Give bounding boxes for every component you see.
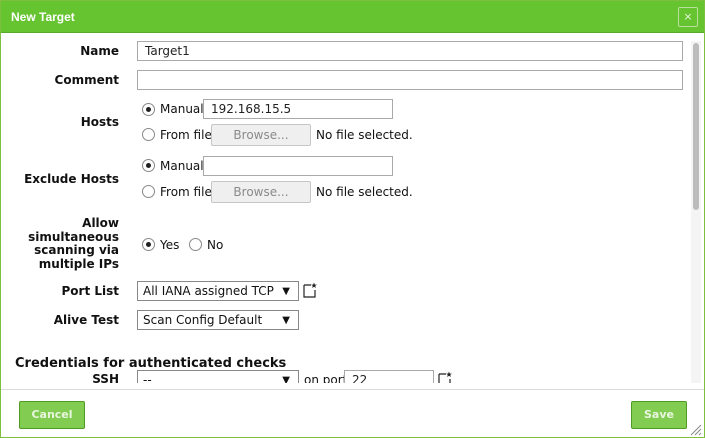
chevron-down-icon: ▼	[282, 315, 290, 326]
new-port-list-icon[interactable]	[303, 282, 317, 298]
chevron-down-icon: ▼	[282, 375, 290, 383]
name-label: Name	[80, 44, 119, 58]
simultaneous-label-line: multiple IPs	[38, 256, 119, 271]
close-button[interactable]: ×	[678, 7, 698, 27]
close-icon: ×	[683, 10, 693, 23]
vertical-scrollbar[interactable]	[691, 41, 701, 383]
port-list-select[interactable]: All IANA assigned TCP ▼	[137, 281, 299, 301]
simultaneous-label-line: simultaneous	[28, 229, 119, 244]
ssh-port-input[interactable]: 22	[344, 370, 434, 383]
exclude-hosts-file-status: No file selected.	[316, 185, 413, 199]
hosts-file-status: No file selected.	[316, 128, 413, 142]
ssh-credential-value: --	[143, 373, 152, 383]
chevron-down-icon: ▼	[282, 286, 290, 297]
exclude-hosts-browse-button[interactable]: Browse...	[211, 181, 311, 203]
alive-test-value: Scan Config Default	[143, 313, 263, 327]
hosts-manual-label: Manual	[160, 102, 204, 116]
scrollbar-thumb[interactable]	[693, 43, 699, 210]
resize-grip-icon[interactable]	[688, 422, 702, 436]
credentials-section-title: Credentials for authenticated checks	[15, 356, 287, 371]
ssh-credential-select[interactable]: -- ▼	[137, 370, 299, 383]
name-input[interactable]: Target1	[137, 41, 683, 61]
hosts-manual-input[interactable]: 192.168.15.5	[203, 99, 393, 119]
simultaneous-label-line: Allow	[82, 216, 119, 230]
alive-test-label: Alive Test	[53, 313, 119, 327]
exclude-hosts-manual-label: Manual	[160, 159, 204, 173]
dialog-footer: Cancel Save	[1, 389, 704, 437]
simultaneous-no-label: No	[207, 238, 224, 252]
cancel-button[interactable]: Cancel	[19, 401, 85, 429]
hosts-label: Hosts	[80, 115, 119, 129]
exclude-hosts-manual-input[interactable]	[203, 156, 393, 176]
port-list-value: All IANA assigned TCP	[143, 284, 274, 298]
save-button[interactable]: Save	[631, 401, 687, 429]
hosts-browse-button[interactable]: Browse...	[211, 124, 311, 146]
port-list-label: Port List	[61, 284, 119, 298]
exclude-hosts-from-file-label: From file	[160, 185, 212, 199]
simultaneous-no-radio[interactable]	[189, 238, 202, 251]
simultaneous-yes-radio[interactable]	[142, 238, 155, 251]
dialog-title: New Target	[11, 10, 75, 24]
ssh-on-port-label: on port	[304, 373, 348, 383]
hosts-from-file-radio[interactable]	[142, 128, 155, 141]
hosts-from-file-label: From file	[160, 128, 212, 142]
comment-input[interactable]	[137, 70, 683, 90]
comment-label: Comment	[54, 73, 119, 87]
new-ssh-credential-icon[interactable]	[438, 371, 452, 383]
exclude-hosts-manual-radio[interactable]	[142, 159, 155, 172]
hosts-manual-radio[interactable]	[142, 103, 155, 116]
new-target-dialog: New Target × Name Target1 Comment Hosts …	[0, 0, 705, 438]
ssh-label: SSH	[92, 372, 119, 383]
simultaneous-yes-label: Yes	[160, 238, 180, 252]
simultaneous-label: Allow simultaneous scanning via multiple…	[14, 216, 119, 271]
simultaneous-label-line: scanning via	[34, 243, 119, 257]
dialog-titlebar[interactable]: New Target ×	[1, 1, 704, 33]
dialog-content: Name Target1 Comment Hosts Manual 192.16…	[1, 34, 691, 383]
alive-test-select[interactable]: Scan Config Default ▼	[137, 310, 299, 330]
exclude-hosts-from-file-radio[interactable]	[142, 185, 155, 198]
exclude-hosts-label: Exclude Hosts	[24, 172, 119, 186]
